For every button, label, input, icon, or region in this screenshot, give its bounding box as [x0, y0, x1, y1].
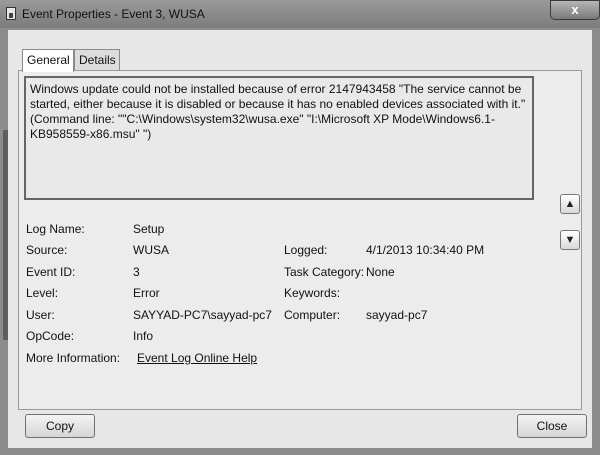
level-label: Level:	[26, 286, 59, 300]
event-properties-window: Event Properties - Event 3, WUSA x Gener…	[0, 0, 600, 455]
event-description-text[interactable]: Windows update could not be installed be…	[24, 76, 534, 200]
copy-button[interactable]: Copy	[25, 414, 95, 438]
log-name-value: Setup	[133, 222, 165, 236]
source-label: Source:	[26, 243, 68, 257]
event-viewer-icon	[6, 7, 16, 20]
computer-value: sayyad-pc7	[366, 308, 428, 322]
task-category-label: Task Category:	[284, 265, 365, 279]
close-window-button[interactable]: x	[550, 0, 600, 20]
event-log-online-help-link[interactable]: Event Log Online Help	[137, 351, 257, 365]
event-id-label: Event ID:	[26, 265, 76, 279]
logged-label: Logged:	[284, 243, 328, 257]
task-category-value: None	[366, 265, 395, 279]
user-label: User:	[26, 308, 55, 322]
tab-general[interactable]: General	[22, 49, 74, 72]
opcode-label: OpCode:	[26, 329, 75, 343]
computer-label: Computer:	[284, 308, 341, 322]
title-bar[interactable]: Event Properties - Event 3, WUSA x	[0, 0, 600, 28]
down-arrow-icon[interactable]: ▼	[560, 230, 580, 250]
up-arrow-icon[interactable]: ▲	[560, 194, 580, 214]
logged-value: 4/1/2013 10:34:40 PM	[366, 243, 485, 257]
window-title: Event Properties - Event 3, WUSA	[22, 7, 205, 21]
level-value: Error	[133, 286, 160, 300]
more-information-label: More Information:	[26, 351, 121, 365]
close-button[interactable]: Close	[517, 414, 587, 438]
log-name-label: Log Name:	[26, 222, 85, 236]
event-id-value: 3	[133, 265, 140, 279]
tab-details[interactable]: Details	[74, 49, 120, 71]
source-value: WUSA	[133, 243, 169, 257]
keywords-label: Keywords:	[284, 286, 341, 300]
dialog-client-area: General Details Windows update could not…	[8, 30, 592, 448]
user-value: SAYYAD-PC7\sayyad-pc7	[133, 308, 272, 322]
opcode-value: Info	[133, 329, 154, 343]
